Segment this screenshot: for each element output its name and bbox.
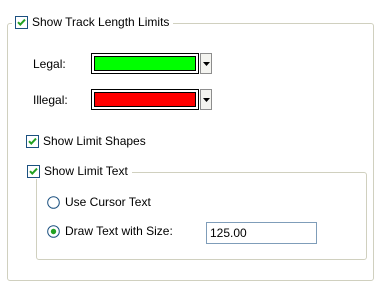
checkmark-icon xyxy=(28,137,37,145)
text-size-input[interactable]: 125.00 xyxy=(206,222,317,244)
legal-color-picker[interactable] xyxy=(90,53,212,74)
illegal-color-swatch-frame[interactable] xyxy=(91,89,199,110)
track-limits-panel: Show Track Length Limits Legal: Illegal: xyxy=(0,0,380,285)
use-cursor-text-radio[interactable]: Use Cursor Text xyxy=(47,195,151,209)
checkbox-box xyxy=(15,15,28,29)
legal-label: Legal: xyxy=(33,56,66,71)
checkmark-icon xyxy=(29,167,38,175)
show-limit-shapes-checkbox[interactable]: Show Limit Shapes xyxy=(26,133,150,149)
illegal-color-dropdown-button[interactable] xyxy=(200,89,212,110)
limit-text-group xyxy=(36,172,367,260)
legal-color-swatch-frame[interactable] xyxy=(91,53,199,74)
checkmark-icon xyxy=(17,18,26,26)
chevron-down-icon xyxy=(202,61,210,66)
legal-color-dropdown-button[interactable] xyxy=(200,53,212,74)
legal-color-row: Legal: xyxy=(33,53,212,74)
show-limit-text-label: Show Limit Text xyxy=(44,164,128,178)
illegal-label: Illegal: xyxy=(33,92,68,107)
show-track-length-limits-checkbox[interactable]: Show Track Length Limits xyxy=(12,14,174,30)
illegal-color-row: Illegal: xyxy=(33,89,212,110)
illegal-color-swatch xyxy=(94,92,196,107)
show-track-length-limits-label: Show Track Length Limits xyxy=(32,15,170,29)
chevron-down-icon xyxy=(202,97,210,102)
checkbox-box xyxy=(26,134,39,148)
legal-color-swatch xyxy=(94,56,196,71)
show-limit-shapes-label: Show Limit Shapes xyxy=(43,134,146,148)
show-limit-text-checkbox[interactable]: Show Limit Text xyxy=(26,163,132,179)
draw-text-with-size-radio[interactable]: Draw Text with Size: xyxy=(47,224,173,238)
illegal-color-picker[interactable] xyxy=(90,89,212,110)
draw-text-with-size-label: Draw Text with Size: xyxy=(65,224,173,238)
radio-button-unselected xyxy=(47,195,60,209)
checkbox-box xyxy=(27,164,40,178)
radio-dot-icon xyxy=(47,224,60,238)
use-cursor-text-label: Use Cursor Text xyxy=(65,195,151,209)
